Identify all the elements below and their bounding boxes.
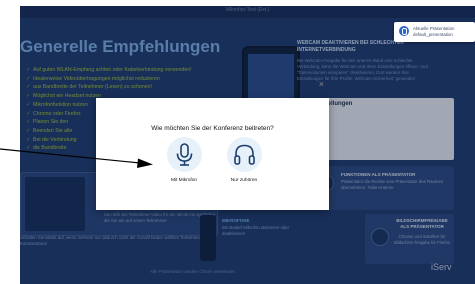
headphones-icon	[233, 144, 255, 165]
microphone-option-circle[interactable]	[166, 137, 202, 172]
notification-title: Aktuelle Präsentation	[413, 26, 455, 31]
listen-option-circle[interactable]	[226, 137, 262, 172]
microphone-option-label: Mit Mikrofon	[170, 178, 198, 183]
microphone-icon	[176, 143, 192, 166]
join-audio-dialog: × Wie möchten Sie der Konferenz beitrete…	[96, 79, 329, 210]
listen-only-button[interactable]: Nur zuhören	[219, 137, 269, 183]
close-icon[interactable]: ×	[319, 79, 324, 89]
join-with-microphone-button[interactable]: Mit Mikrofon	[159, 137, 209, 183]
presentation-icon	[399, 26, 409, 36]
presentation-notification[interactable]: Aktuelle Präsentation default_presentati…	[394, 22, 475, 42]
notification-filename: default_presentation	[413, 32, 453, 37]
listen-option-label: Nur zuhören	[230, 178, 258, 183]
dialog-title: Wie möchten Sie der Konferenz beitreten?	[151, 125, 274, 132]
